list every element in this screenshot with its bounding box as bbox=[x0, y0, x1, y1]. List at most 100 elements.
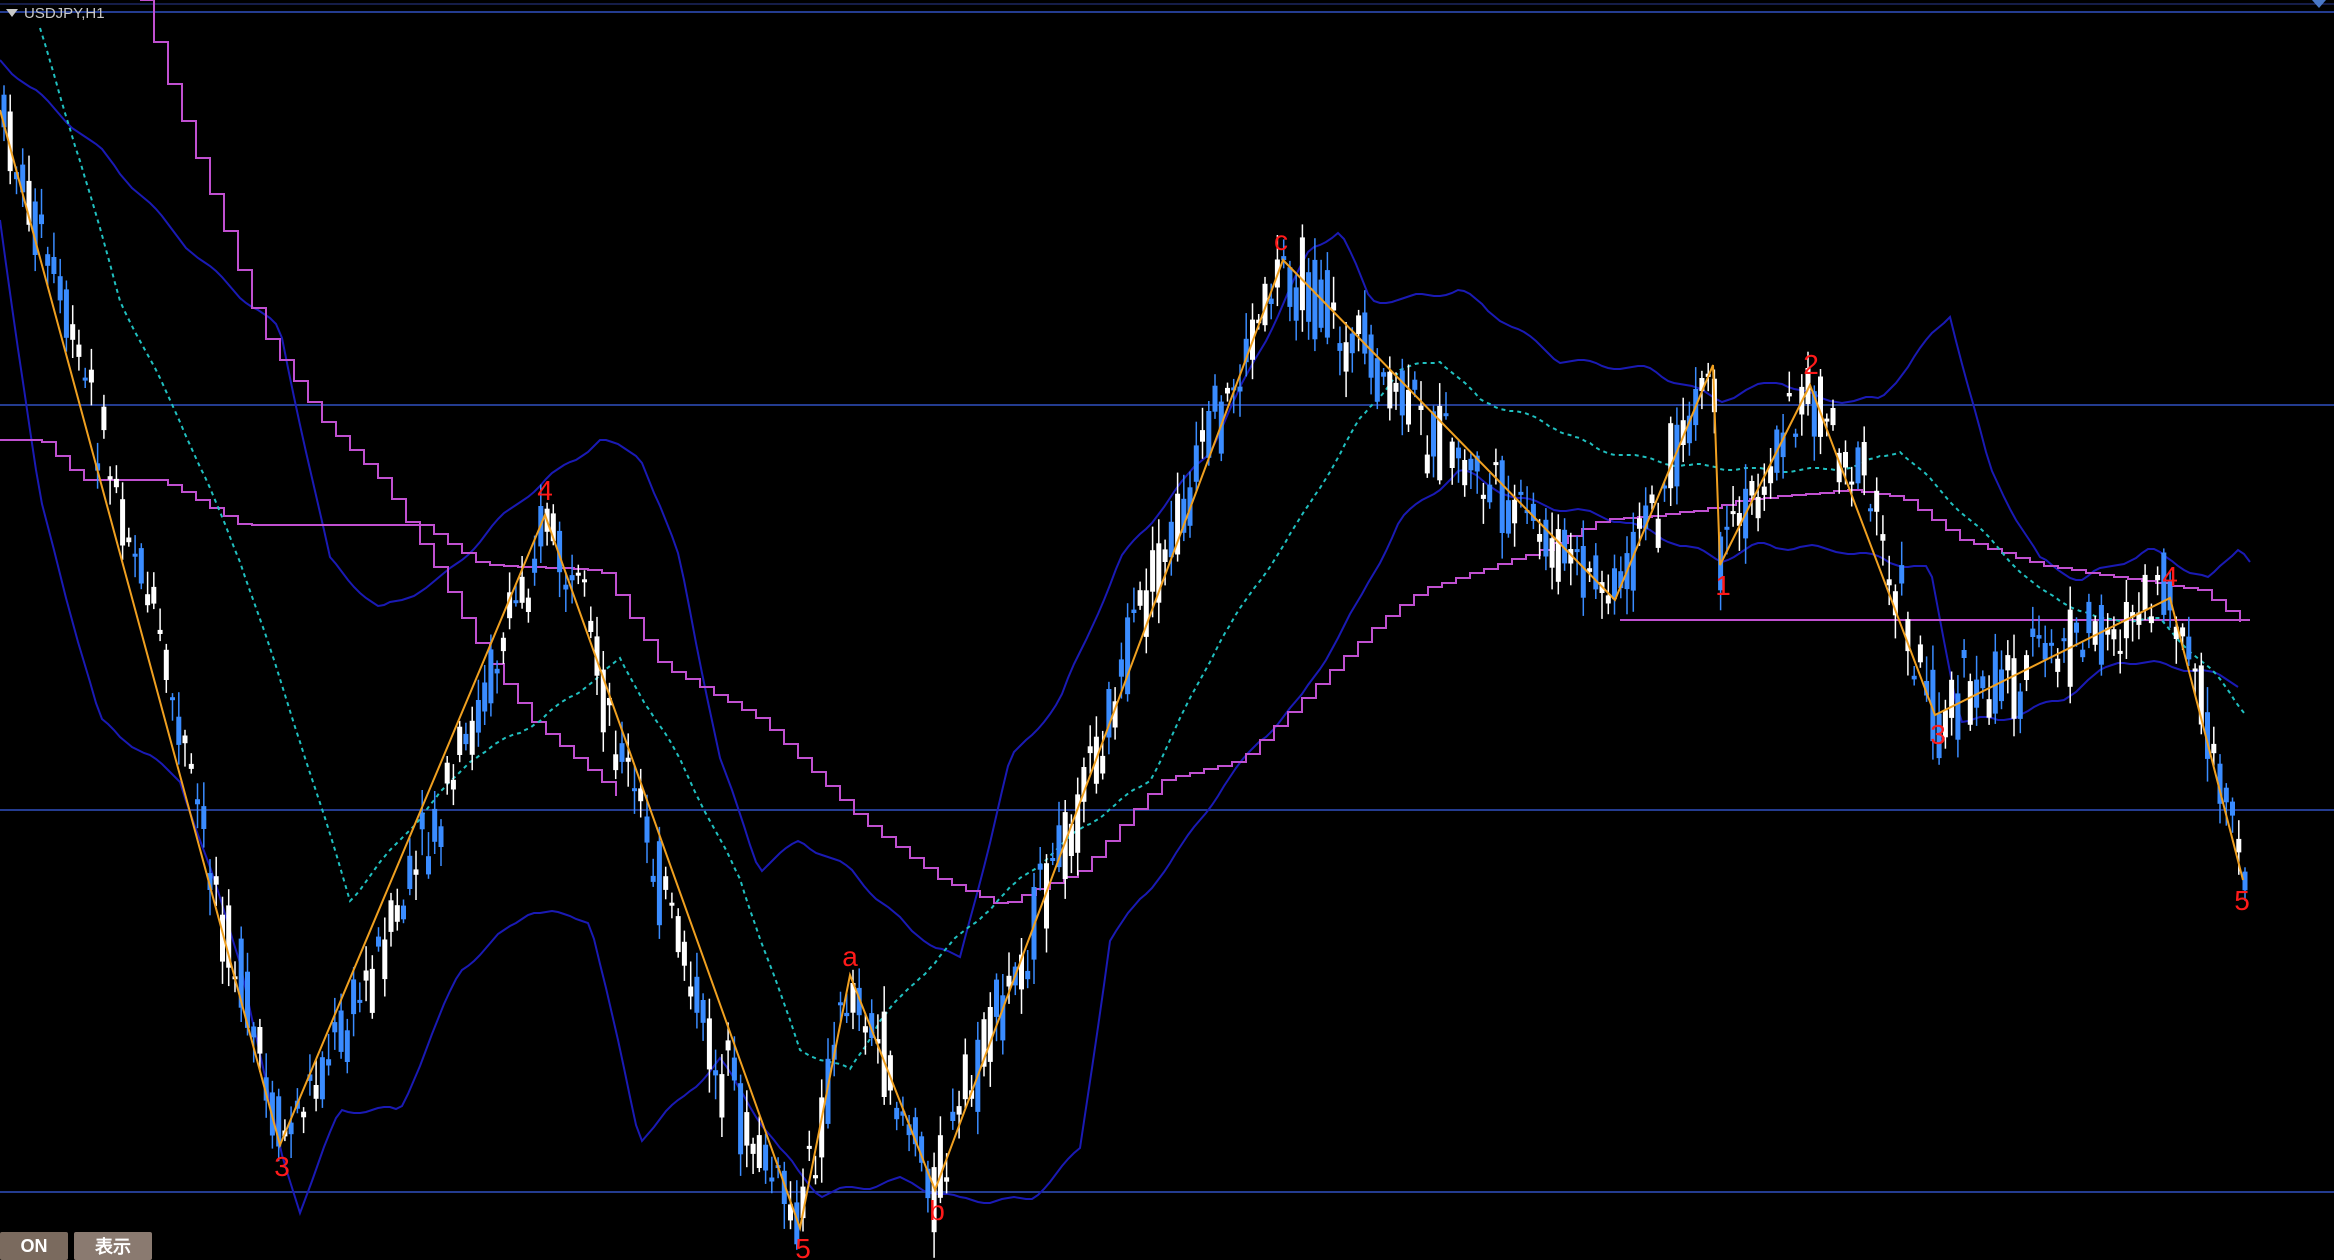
chart-menu-icon[interactable] bbox=[6, 9, 18, 17]
bullish-candle bbox=[1443, 413, 1449, 417]
bearish-candle bbox=[257, 1027, 263, 1054]
bullish-candle bbox=[1337, 343, 1343, 351]
bearish-candle bbox=[101, 406, 107, 431]
bullish-candle bbox=[319, 1057, 325, 1100]
bullish-candle bbox=[1293, 287, 1299, 321]
bullish-candle bbox=[407, 855, 413, 889]
bearish-candle bbox=[744, 1112, 750, 1146]
bullish-candle bbox=[39, 214, 44, 225]
bearish-candle bbox=[457, 726, 463, 755]
on-toggle-button[interactable]: ON bbox=[0, 1232, 68, 1260]
bearish-candle bbox=[76, 344, 82, 357]
bearish-candle bbox=[1605, 595, 1611, 604]
price-chart[interactable]: 3 4 5 a b c 1 2 3 4 5 bbox=[0, 0, 2334, 1260]
bullish-candle bbox=[57, 276, 63, 301]
bearish-candle bbox=[663, 876, 669, 890]
bullish-candle bbox=[1456, 447, 1461, 459]
bearish-candle bbox=[1449, 441, 1455, 468]
bearish-candle bbox=[719, 1074, 725, 1118]
chart-title-bar[interactable]: USDJPY,H1 bbox=[6, 2, 105, 24]
wave-label-5b: 5 bbox=[2234, 885, 2250, 916]
bearish-candle bbox=[369, 968, 375, 1013]
bearish-candle bbox=[163, 649, 169, 680]
bullish-candle bbox=[432, 808, 438, 842]
bearish-candle bbox=[120, 499, 126, 546]
bearish-candle bbox=[182, 735, 188, 744]
bullish-candle bbox=[1118, 659, 1124, 677]
bearish-candle bbox=[2005, 655, 2011, 671]
bearish-candle bbox=[157, 629, 163, 634]
bearish-candle bbox=[1462, 460, 1468, 486]
chart-symbol-title: USDJPY,H1 bbox=[24, 4, 105, 22]
bearish-candle bbox=[1162, 549, 1168, 562]
bullish-candle bbox=[201, 806, 207, 829]
bearish-candle bbox=[2055, 658, 2061, 672]
bearish-candle bbox=[469, 720, 475, 755]
bearish-candle bbox=[1949, 679, 1955, 718]
bullish-candle bbox=[1399, 370, 1405, 416]
bearish-candle bbox=[1480, 494, 1486, 499]
bearish-candle bbox=[681, 941, 687, 966]
bearish-candle bbox=[582, 579, 587, 583]
bullish-candle bbox=[1287, 267, 1293, 307]
bullish-candle bbox=[2036, 635, 2042, 639]
bullish-candle bbox=[63, 289, 69, 338]
bullish-candle bbox=[1318, 279, 1324, 328]
bullish-candle bbox=[844, 1012, 850, 1017]
bullish-candle bbox=[1593, 555, 1599, 590]
bearish-candle bbox=[1200, 430, 1205, 442]
bearish-candle bbox=[1100, 755, 1106, 774]
bullish-candle bbox=[176, 716, 182, 745]
bullish-candle bbox=[401, 905, 406, 920]
bearish-candle bbox=[1843, 452, 1848, 468]
bearish-candle bbox=[675, 916, 681, 953]
bearish-candle bbox=[1786, 393, 1792, 397]
bullish-candle bbox=[2049, 642, 2054, 646]
bearish-candle bbox=[444, 762, 450, 784]
bullish-candle bbox=[2230, 801, 2235, 816]
bullish-candle bbox=[1050, 858, 1056, 861]
bullish-candle bbox=[2223, 787, 2229, 803]
bearish-candle bbox=[1655, 518, 1661, 548]
bearish-candle bbox=[1406, 389, 1411, 425]
bullish-candle bbox=[251, 1026, 257, 1038]
bullish-candle bbox=[1037, 863, 1043, 870]
bearish-candle bbox=[1755, 496, 1761, 519]
wave-label-4: 4 bbox=[537, 475, 553, 506]
scroll-marker-icon bbox=[2312, 0, 2326, 8]
bollinger-upper-band bbox=[0, 59, 2251, 959]
bullish-candle bbox=[563, 584, 569, 590]
bearish-candle bbox=[962, 1054, 968, 1100]
bullish-candle bbox=[1580, 546, 1586, 598]
bearish-candle bbox=[1356, 315, 1362, 334]
bullish-candle bbox=[513, 600, 519, 604]
bullish-candle bbox=[1899, 565, 1905, 584]
bearish-candle bbox=[1986, 699, 1992, 718]
bullish-candle bbox=[650, 875, 656, 882]
wave-label-b: b bbox=[929, 1195, 945, 1226]
bearish-candle bbox=[688, 986, 694, 997]
bearish-candle bbox=[1225, 387, 1230, 394]
chart-window[interactable]: 3 4 5 a b c 1 2 3 4 5 USDJPY,H1 ON 表示 bbox=[0, 0, 2334, 1260]
bullish-candle bbox=[1468, 458, 1474, 471]
bullish-candle bbox=[1306, 272, 1312, 322]
bearish-candle bbox=[1555, 529, 1561, 582]
bullish-candle bbox=[1961, 650, 1967, 658]
bullish-candle bbox=[1193, 445, 1199, 482]
bearish-candle bbox=[1967, 681, 1973, 725]
bullish-candle bbox=[1911, 675, 1917, 680]
bullish-candle bbox=[2061, 638, 2067, 642]
bearish-candle bbox=[1730, 511, 1736, 515]
bearish-candle bbox=[1387, 371, 1393, 409]
bearish-candle bbox=[944, 1177, 950, 1182]
bullish-candle bbox=[2074, 622, 2079, 633]
bullish-candle bbox=[1855, 447, 1861, 484]
bullish-candle bbox=[2186, 636, 2192, 660]
bullish-candle bbox=[1025, 970, 1031, 980]
show-toggle-button[interactable]: 表示 bbox=[74, 1232, 152, 1260]
bullish-candle bbox=[357, 999, 363, 1003]
bullish-candle bbox=[694, 976, 700, 1013]
bullish-candle bbox=[1793, 433, 1799, 437]
bullish-candle bbox=[1499, 460, 1505, 533]
bearish-candle bbox=[2148, 616, 2154, 624]
